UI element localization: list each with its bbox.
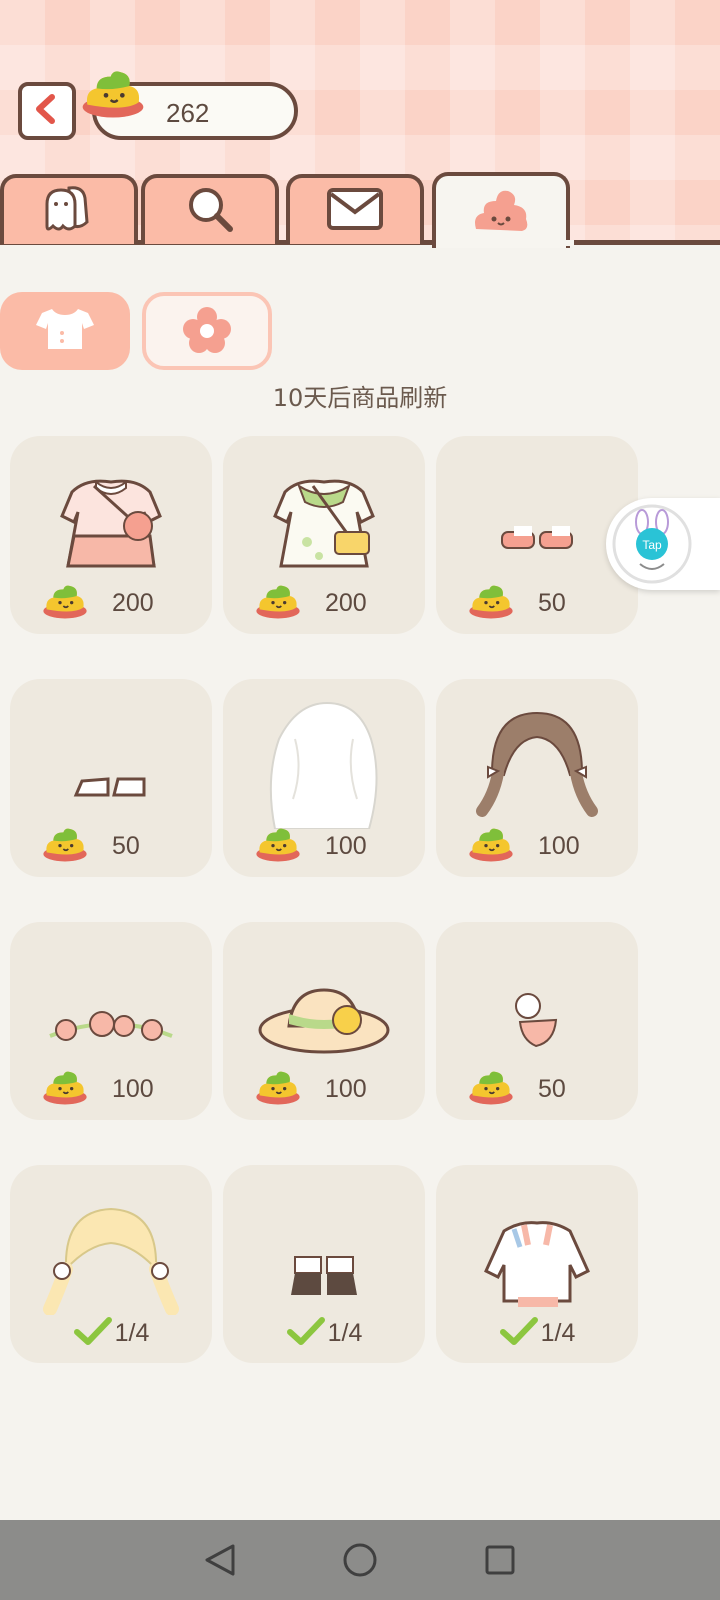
blonde-pigtails-image [10,1185,212,1316]
poop-coin-icon [40,581,90,625]
poop-coin-icon [466,581,516,625]
poop-icon [470,185,532,239]
check-icon [499,1316,539,1350]
green-dress-image [223,456,425,586]
shop-item-white-jacket[interactable]: 1/4 [436,1165,638,1363]
price-value: 100 [325,831,367,860]
price-value: 200 [325,588,367,617]
nav-back-button[interactable] [195,1535,245,1585]
flower-crown-image [10,942,212,1072]
nav-home-button[interactable] [335,1535,385,1585]
shop-item-white-hair[interactable]: 100 [223,679,425,877]
price-value: 50 [112,831,140,860]
pink-shoes-image [436,456,638,586]
category-flower-button[interactable] [142,292,272,370]
brown-braids-image [436,699,638,829]
shop-item-straw-hat[interactable]: 100 [223,922,425,1120]
strawberry-clip-image [436,942,638,1072]
straw-hat-image [223,942,425,1072]
shirt-icon [34,305,96,357]
price-row: 50 [40,824,200,868]
price-row: 50 [466,581,626,625]
pink-dress-image [10,456,212,586]
white-hair-image [223,699,425,830]
system-navigation-bar [0,1520,720,1600]
poop-coin-icon [253,1067,303,1111]
poop-coin-icon [78,64,148,122]
bunny-tap-icon: Tap [612,504,692,588]
poop-coin-icon [253,581,303,625]
square-recents-icon [485,1545,515,1575]
back-button[interactable] [18,82,76,140]
price-row: 100 [40,1067,200,1111]
shop-item-green-dress[interactable]: 200 [223,436,425,634]
price-row: 100 [253,824,413,868]
white-jacket-image [436,1185,638,1315]
active-tab-gap [436,240,574,246]
price-value: 50 [538,1074,566,1103]
check-icon [73,1316,113,1350]
shop-item-brown-braids[interactable]: 100 [436,679,638,877]
friends-icon [39,182,99,240]
price-value: 200 [112,588,154,617]
price-value: 100 [112,1074,154,1103]
shop-item-pink-dress[interactable]: 200 [10,436,212,634]
price-value: 100 [538,831,580,860]
mail-icon [326,186,384,236]
tab-shop[interactable] [432,172,570,248]
poop-coin-icon [40,1067,90,1111]
price-row: 100 [466,824,626,868]
owned-count: 1/4 [540,1318,576,1347]
triangle-back-icon [205,1544,235,1576]
shop-item-blonde-pigtails[interactable]: 1/4 [10,1165,212,1363]
flower-icon [179,305,235,357]
price-row: 100 [253,1067,413,1111]
brown-boots-image [223,1185,425,1315]
back-arrow-icon [30,92,64,130]
category-clothes-button[interactable] [0,292,130,370]
tab-mail[interactable] [286,174,424,244]
refresh-timer-label: 10天后商品刷新 [272,384,448,412]
owned-row: 1/4 [436,1313,638,1353]
check-icon [286,1316,326,1350]
white-shoes-image [10,699,212,829]
tab-friends[interactable] [0,174,138,244]
poop-coin-icon [40,824,90,868]
owned-count: 1/4 [114,1318,150,1347]
search-icon [182,181,238,241]
price-value: 100 [325,1074,367,1103]
price-row: 50 [466,1067,626,1111]
price-value: 50 [538,588,566,617]
coin-count: 262 [166,98,210,128]
circle-home-icon [343,1543,377,1577]
poop-coin-icon [466,824,516,868]
shop-item-white-shoes[interactable]: 50 [10,679,212,877]
owned-row: 1/4 [10,1313,212,1353]
tab-search[interactable] [141,174,279,244]
nav-recents-button[interactable] [475,1535,525,1585]
owned-row: 1/4 [223,1313,425,1353]
shop-item-brown-boots[interactable]: 1/4 [223,1165,425,1363]
tap-floating-button[interactable]: Tap [606,498,720,590]
owned-count: 1/4 [327,1318,363,1347]
shop-item-flower-crown[interactable]: 100 [10,922,212,1120]
poop-coin-icon [466,1067,516,1111]
poop-coin-icon [253,824,303,868]
tap-label: Tap [642,538,662,552]
shop-item-strawberry-clip[interactable]: 50 [436,922,638,1120]
price-row: 200 [253,581,413,625]
price-row: 200 [40,581,200,625]
